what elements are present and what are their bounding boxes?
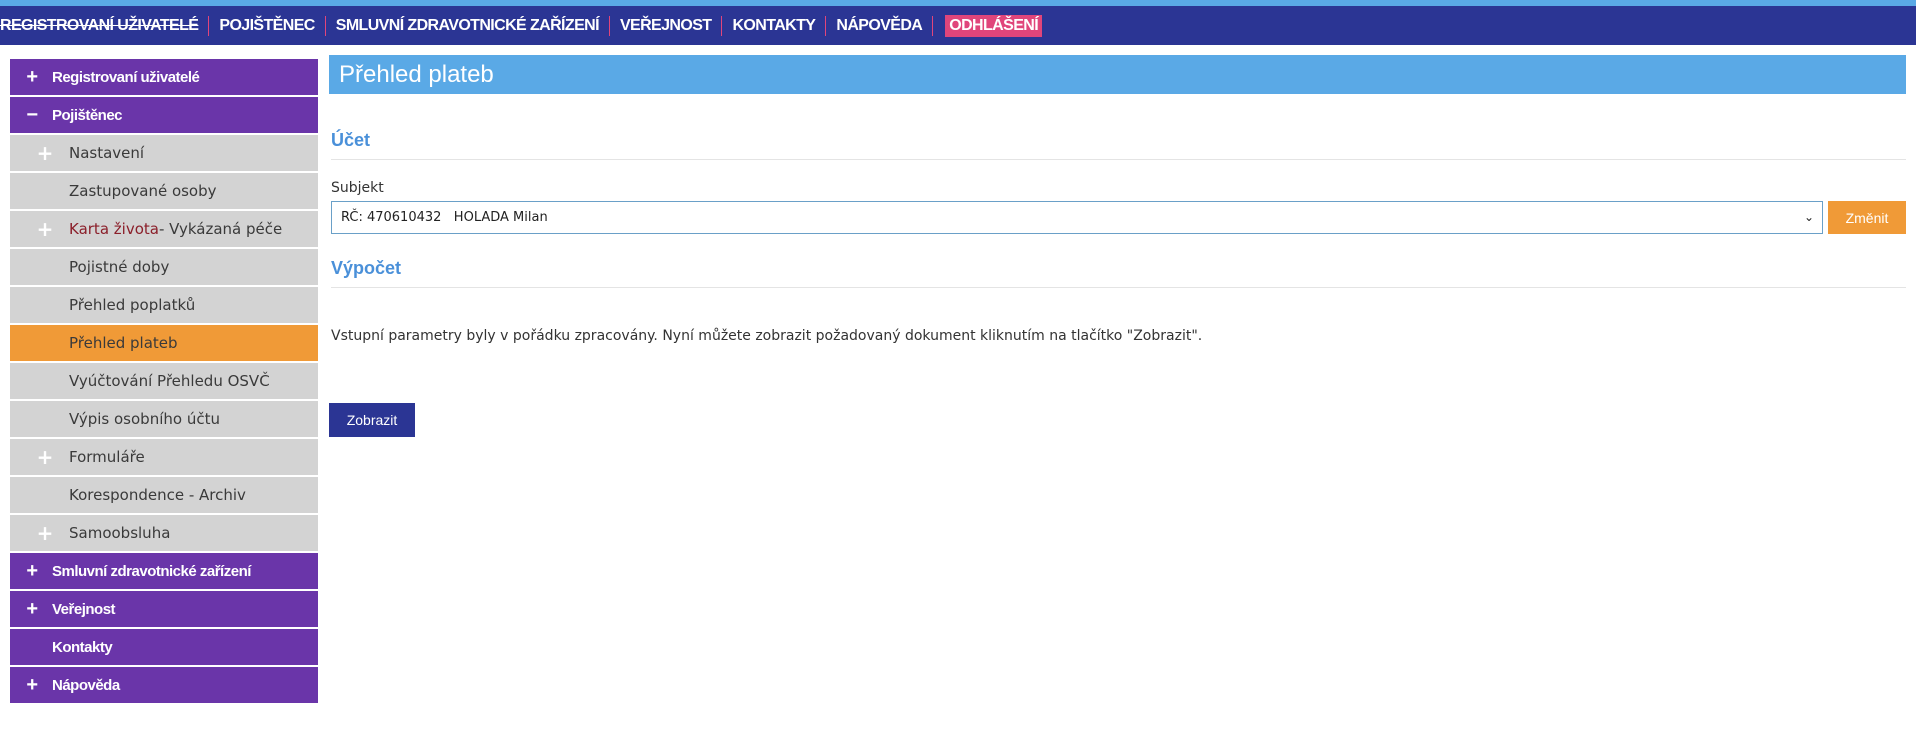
sidebar-item-label: Nápověda <box>52 676 120 694</box>
sidebar-item-vypis-uctu[interactable]: Výpis osobního účtu <box>10 401 318 439</box>
sidebar-item-karta-zivota[interactable]: + Karta života - Vykázaná péče <box>10 211 318 249</box>
sidebar-item-label: Smluvní zdravotnické zařízení <box>52 562 251 580</box>
nav-smluvni-zarizeni[interactable]: SMLUVNÍ ZDRAVOTNICKÉ ZAŘÍZENÍ <box>326 17 609 35</box>
sidebar-item-korespondence[interactable]: Korespondence - Archiv <box>10 477 318 515</box>
sidebar-item-label: Přehled plateb <box>69 334 178 352</box>
plus-icon: + <box>36 521 54 545</box>
plus-icon: + <box>26 66 38 88</box>
plus-icon: + <box>26 674 38 696</box>
page-title-bar: Přehled plateb <box>329 55 1906 94</box>
sidebar-item-registrovani-uzivatele[interactable]: + Registrovaní uživatelé <box>10 59 318 97</box>
sidebar-item-verejnost[interactable]: + Veřejnost <box>10 591 318 629</box>
sidebar-item-label: Kontakty <box>52 638 113 656</box>
nav-separator <box>932 15 934 36</box>
plus-icon: + <box>26 560 38 582</box>
sidebar-item-smluvni-zarizeni[interactable]: + Smluvní zdravotnické zařízení <box>10 553 318 591</box>
nav-registrovani-uzivatele[interactable]: REGISTROVANÍ UŽIVATELÉ <box>0 17 208 35</box>
sidebar-item-nastaveni[interactable]: + Nastavení <box>10 135 318 173</box>
top-navigation: REGISTROVANÍ UŽIVATELÉ POJIŠTĚNEC SMLUVN… <box>0 6 1916 45</box>
sidebar-item-prehled-poplatku[interactable]: Přehled poplatků <box>10 287 318 325</box>
sidebar-item-pojistenec[interactable]: − Pojištěnec <box>10 97 318 135</box>
plus-icon: + <box>36 141 54 165</box>
sidebar-item-label: Pojistné doby <box>69 258 170 276</box>
sidebar: + Registrovaní uživatelé − Pojištěnec + … <box>10 59 318 705</box>
subject-label: Subjekt <box>331 180 384 196</box>
nav-kontakty[interactable]: KONTAKTY <box>722 17 825 35</box>
nav-verejnost[interactable]: VEŘEJNOST <box>610 17 722 35</box>
sidebar-item-label: Výpis osobního účtu <box>69 410 220 428</box>
nav-napoveda[interactable]: NÁPOVĚDA <box>826 17 932 35</box>
sidebar-item-samoobsluha[interactable]: + Samoobsluha <box>10 515 318 553</box>
plus-icon: + <box>36 217 54 241</box>
sidebar-item-label: Formuláře <box>69 448 145 466</box>
change-subject-button[interactable]: Změnit <box>1828 201 1906 234</box>
sidebar-item-label: Korespondence - Archiv <box>69 486 246 504</box>
sidebar-item-zastupovane-osoby[interactable]: Zastupované osoby <box>10 173 318 211</box>
sidebar-item-label-highlight: Karta života <box>69 220 159 238</box>
sidebar-item-prehled-plateb[interactable]: Přehled plateb <box>10 325 318 363</box>
nav-pojistenec[interactable]: POJIŠTĚNEC <box>209 17 324 35</box>
sidebar-item-label: Registrovaní uživatelé <box>52 68 200 86</box>
section-title-account: Účet <box>331 130 1906 160</box>
sidebar-item-label-suffix: - Vykázaná péče <box>158 220 283 238</box>
sidebar-item-pojistne-doby[interactable]: Pojistné doby <box>10 249 318 287</box>
sidebar-item-label: Vyúčtování Přehledu OSVČ <box>69 372 270 390</box>
sidebar-item-label: Pojištěnec <box>52 106 123 124</box>
plus-icon: + <box>26 598 38 620</box>
sidebar-item-kontakty[interactable]: Kontakty <box>10 629 318 667</box>
chevron-down-icon: ⌄ <box>1803 210 1814 224</box>
subject-select[interactable]: RČ: 470610432 HOLADA Milan ⌄ <box>331 201 1823 234</box>
sidebar-item-label: Přehled poplatků <box>69 296 196 314</box>
sidebar-item-label: Nastavení <box>69 144 145 162</box>
subject-select-value: RČ: 470610432 HOLADA Milan <box>341 210 548 225</box>
sidebar-item-label: Veřejnost <box>52 600 116 618</box>
sidebar-item-vyuctovani-osvc[interactable]: Vyúčtování Přehledu OSVČ <box>10 363 318 401</box>
logout-link[interactable]: ODHLÁŠENÍ <box>945 14 1043 37</box>
sidebar-item-napoveda[interactable]: + Nápověda <box>10 667 318 705</box>
sidebar-item-label: Samoobsluha <box>69 524 171 542</box>
show-button[interactable]: Zobrazit <box>329 403 415 437</box>
page-title: Přehled plateb <box>339 60 494 88</box>
minus-icon: − <box>26 104 38 126</box>
section-title-calculation: Výpočet <box>331 258 1906 288</box>
plus-icon: + <box>36 445 54 469</box>
sidebar-item-label: Zastupované osoby <box>69 182 217 200</box>
sidebar-item-formulare[interactable]: + Formuláře <box>10 439 318 477</box>
info-message: Vstupní parametry byly v pořádku zpracov… <box>331 328 1203 344</box>
